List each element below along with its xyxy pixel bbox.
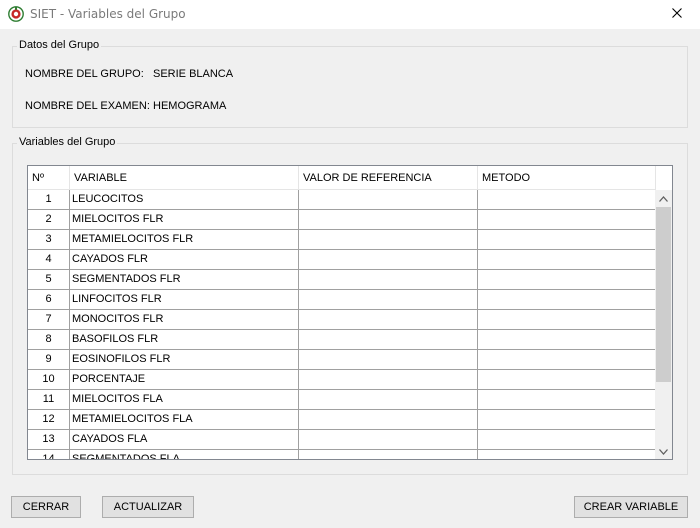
cell-valor-referencia[interactable] — [299, 290, 478, 310]
table-row[interactable]: 8 BASOFILOS FLR — [28, 330, 656, 350]
table-row[interactable]: 7 MONOCITOS FLR — [28, 310, 656, 330]
cell-valor-referencia[interactable] — [299, 330, 478, 350]
cell-variable[interactable]: MIELOCITOS FLA — [70, 390, 299, 410]
column-header-variable[interactable]: VARIABLE — [70, 166, 299, 190]
chevron-down-icon — [659, 446, 668, 458]
cell-metodo[interactable] — [478, 450, 656, 459]
cell-num[interactable]: 1 — [28, 190, 70, 210]
cell-valor-referencia[interactable] — [299, 310, 478, 330]
cell-variable[interactable]: SEGMENTADOS FLA — [70, 450, 299, 459]
cell-num[interactable]: 8 — [28, 330, 70, 350]
cell-metodo[interactable] — [478, 270, 656, 290]
table-row[interactable]: 1 LEUCOCITOS — [28, 190, 656, 210]
cell-variable[interactable]: CAYADOS FLR — [70, 250, 299, 270]
nombre-grupo-value: SERIE BLANCA — [153, 68, 234, 80]
table-row[interactable]: 10 PORCENTAJE — [28, 370, 656, 390]
cell-metodo[interactable] — [478, 410, 656, 430]
actualizar-button[interactable]: ACTUALIZAR — [102, 496, 194, 518]
cell-valor-referencia[interactable] — [299, 410, 478, 430]
cell-variable[interactable]: CAYADOS FLA — [70, 430, 299, 450]
cell-valor-referencia[interactable] — [299, 450, 478, 459]
cell-valor-referencia[interactable] — [299, 390, 478, 410]
cell-num[interactable]: 6 — [28, 290, 70, 310]
cell-variable[interactable]: LEUCOCITOS — [70, 190, 299, 210]
cell-metodo[interactable] — [478, 190, 656, 210]
cell-num[interactable]: 3 — [28, 230, 70, 250]
cell-valor-referencia[interactable] — [299, 350, 478, 370]
cell-metodo[interactable] — [478, 210, 656, 230]
cell-variable[interactable]: MIELOCITOS FLR — [70, 210, 299, 230]
cell-num[interactable]: 13 — [28, 430, 70, 450]
datos-grupo-legend: Datos del Grupo — [17, 39, 102, 51]
cell-variable[interactable]: LINFOCITOS FLR — [70, 290, 299, 310]
cell-metodo[interactable] — [478, 230, 656, 250]
cell-valor-referencia[interactable] — [299, 370, 478, 390]
title-bar: SIET - Variables del Grupo — [0, 0, 700, 29]
scroll-down-button[interactable] — [655, 443, 672, 459]
table-row[interactable]: 11 MIELOCITOS FLA — [28, 390, 656, 410]
cell-metodo[interactable] — [478, 330, 656, 350]
table-row[interactable]: 3 METAMIELOCITOS FLR — [28, 230, 656, 250]
table-row[interactable]: 13 CAYADOS FLA — [28, 430, 656, 450]
cell-num[interactable]: 9 — [28, 350, 70, 370]
chevron-up-icon — [659, 193, 668, 205]
cell-variable[interactable]: METAMIELOCITOS FLA — [70, 410, 299, 430]
cell-valor-referencia[interactable] — [299, 250, 478, 270]
cell-variable[interactable]: MONOCITOS FLR — [70, 310, 299, 330]
datos-grupo-panel: Datos del Grupo — [12, 39, 688, 128]
cell-num[interactable]: 7 — [28, 310, 70, 330]
cell-variable[interactable]: SEGMENTADOS FLR — [70, 270, 299, 290]
window-title: SIET - Variables del Grupo — [30, 7, 186, 21]
variables-grid[interactable]: Nº VARIABLE VALOR DE REFERENCIA METODO 1… — [27, 165, 673, 460]
cell-variable[interactable]: PORCENTAJE — [70, 370, 299, 390]
cell-num[interactable]: 10 — [28, 370, 70, 390]
table-row[interactable]: 12 METAMIELOCITOS FLA — [28, 410, 656, 430]
cell-num[interactable]: 12 — [28, 410, 70, 430]
scroll-thumb[interactable] — [656, 207, 671, 382]
scroll-up-button[interactable] — [655, 190, 672, 207]
cell-valor-referencia[interactable] — [299, 230, 478, 250]
cell-metodo[interactable] — [478, 390, 656, 410]
nombre-grupo-label: NOMBRE DEL GRUPO: — [25, 68, 144, 80]
nombre-examen-label: NOMBRE DEL EXAMEN: — [25, 100, 150, 112]
cell-metodo[interactable] — [478, 370, 656, 390]
table-row[interactable]: 9 EOSINOFILOS FLR — [28, 350, 656, 370]
table-row[interactable]: 2 MIELOCITOS FLR — [28, 210, 656, 230]
cell-metodo[interactable] — [478, 310, 656, 330]
cell-valor-referencia[interactable] — [299, 430, 478, 450]
cell-num[interactable]: 5 — [28, 270, 70, 290]
variables-grupo-legend: Variables del Grupo — [17, 136, 118, 148]
grid-body: 1 LEUCOCITOS 2 MIELOCITOS FLR 3 METAMIELOCITO… — [28, 190, 656, 459]
cell-num[interactable]: 11 — [28, 390, 70, 410]
grid-header: Nº VARIABLE VALOR DE REFERENCIA METODO — [28, 166, 656, 190]
cell-valor-referencia[interactable] — [299, 270, 478, 290]
cell-metodo[interactable] — [478, 290, 656, 310]
cell-num[interactable]: 4 — [28, 250, 70, 270]
table-row[interactable]: 5 SEGMENTADOS FLR — [28, 270, 656, 290]
column-header-metodo[interactable]: METODO — [478, 166, 656, 190]
column-header-valor-referencia[interactable]: VALOR DE REFERENCIA — [299, 166, 478, 190]
cell-num[interactable]: 14 — [28, 450, 70, 459]
vertical-scrollbar[interactable] — [655, 190, 672, 459]
crear-variable-button[interactable]: CREAR VARIABLE — [574, 496, 688, 518]
cell-num[interactable]: 2 — [28, 210, 70, 230]
table-row[interactable]: 4 CAYADOS FLR — [28, 250, 656, 270]
siet-logo-icon — [8, 6, 24, 22]
cerrar-button[interactable]: CERRAR — [11, 496, 81, 518]
cell-variable[interactable]: METAMIELOCITOS FLR — [70, 230, 299, 250]
cell-valor-referencia[interactable] — [299, 210, 478, 230]
column-header-num[interactable]: Nº — [28, 166, 70, 190]
cell-valor-referencia[interactable] — [299, 190, 478, 210]
nombre-examen-value: HEMOGRAMA — [153, 100, 227, 112]
table-row[interactable]: 6 LINFOCITOS FLR — [28, 290, 656, 310]
close-icon — [672, 8, 682, 21]
cell-variable[interactable]: BASOFILOS FLR — [70, 330, 299, 350]
cell-metodo[interactable] — [478, 250, 656, 270]
close-button[interactable] — [654, 0, 700, 29]
cell-metodo[interactable] — [478, 350, 656, 370]
cell-metodo[interactable] — [478, 430, 656, 450]
cell-variable[interactable]: EOSINOFILOS FLR — [70, 350, 299, 370]
table-row[interactable]: 14 SEGMENTADOS FLA — [28, 450, 656, 459]
